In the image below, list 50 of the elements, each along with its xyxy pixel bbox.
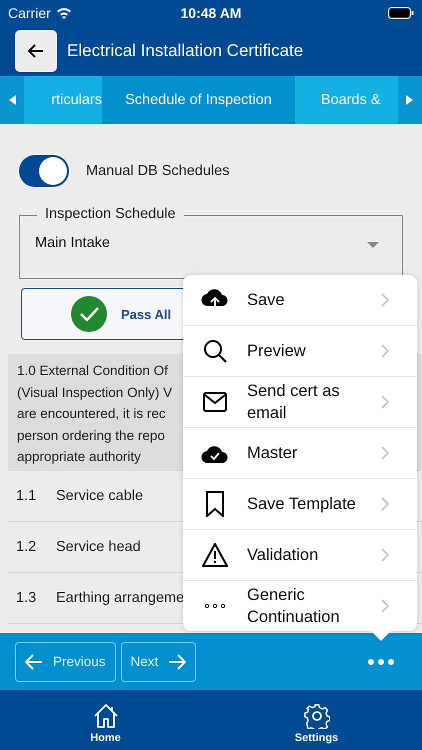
- item-label: Service cable: [56, 488, 144, 504]
- caret-icon: [367, 242, 379, 248]
- toggle-switch[interactable]: [19, 155, 69, 187]
- check-circle-icon: [71, 296, 107, 332]
- warning-icon: [202, 543, 228, 567]
- bookmark-icon: [206, 491, 224, 517]
- tab-bar-item[interactable]: Home: [46, 690, 166, 750]
- toggle-label: Manual DB Schedules: [86, 163, 230, 179]
- left-triangle-icon: [8, 95, 16, 105]
- item-number: 1.3: [15, 590, 38, 606]
- section-tab[interactable]: Schedule of Inspection: [103, 76, 295, 124]
- chevron-icon: [381, 293, 389, 307]
- item-number: 1.2: [15, 539, 38, 555]
- menu-item[interactable]: Save Template: [183, 479, 417, 530]
- item-number: 1.1: [15, 488, 38, 504]
- back-button[interactable]: [15, 30, 57, 72]
- menu-item[interactable]: Master: [183, 428, 417, 479]
- menu-item[interactable]: Send cert as email: [183, 377, 417, 428]
- clock-time: 10:48 AM: [180, 5, 242, 21]
- envelope-icon: [203, 392, 227, 412]
- chevron-icon: [381, 497, 389, 511]
- tab-bar-item[interactable]: Settings: [256, 690, 376, 750]
- menu-item[interactable]: Save: [183, 275, 417, 326]
- home-icon: [92, 702, 118, 728]
- item-label: Service head: [56, 539, 141, 555]
- dropdown-label: Inspection Schedule: [37, 205, 184, 223]
- ellipsis-icon: [205, 604, 225, 608]
- back-arrow-icon: [28, 44, 44, 58]
- chevron-icon: [381, 548, 389, 562]
- screen-title: Electrical Installation Certificate: [67, 41, 304, 61]
- menu-item[interactable]: Validation: [183, 530, 417, 581]
- search-icon: [203, 339, 227, 363]
- menu-item[interactable]: Preview: [183, 326, 417, 377]
- right-arrow-icon: [168, 654, 186, 670]
- battery-icon: [388, 7, 414, 19]
- scroll-right-button[interactable]: [398, 76, 422, 124]
- chevron-icon: [381, 599, 389, 613]
- more-button[interactable]: [368, 658, 394, 664]
- settings-icon: [304, 702, 330, 728]
- wifi-icon: [56, 7, 72, 19]
- cloud-check-icon: [201, 443, 229, 463]
- chevron-icon: [381, 446, 389, 460]
- item-label: Earthing arrangeme: [56, 590, 184, 606]
- chevron-icon: [381, 395, 389, 409]
- carrier-label: Carrier: [8, 5, 51, 21]
- menu-item[interactable]: Generic Continuation: [183, 581, 417, 631]
- dropdown-value: Main Intake: [35, 235, 110, 251]
- chevron-icon: [381, 344, 389, 358]
- left-arrow-icon: [25, 654, 43, 670]
- right-triangle-icon: [406, 95, 414, 105]
